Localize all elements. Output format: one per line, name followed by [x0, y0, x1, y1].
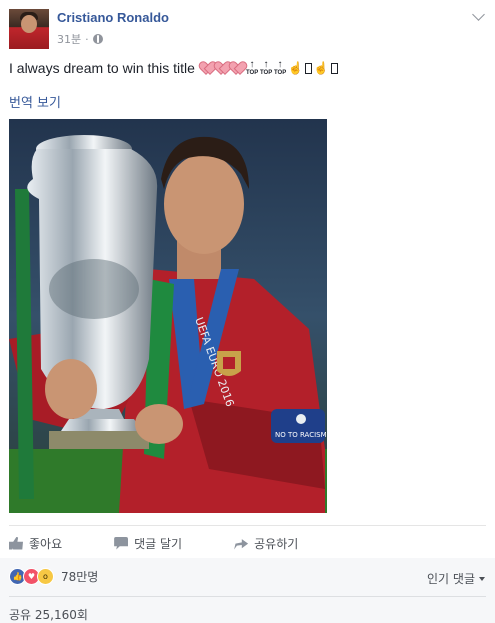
- share-button[interactable]: 공유하기: [234, 533, 298, 553]
- comment-button[interactable]: 댓글 달기: [114, 533, 182, 553]
- post-time[interactable]: 31분: [57, 31, 81, 47]
- action-bar: 좋아요 댓글 달기 공유하기: [9, 533, 486, 553]
- missing-glyph: [304, 62, 312, 74]
- post-photo[interactable]: UEFA EURO 2016 NO TO RACISM: [9, 119, 327, 513]
- pointing-hand-icon: ☝: [287, 61, 303, 75]
- avatar[interactable]: [9, 9, 49, 49]
- pointing-hand-icon: ☝: [313, 61, 329, 75]
- divider: [9, 596, 486, 597]
- top-arrow-icon: ↑ TOP: [245, 59, 259, 77]
- thumbs-up-icon: [9, 536, 23, 550]
- armband-text: NO TO RACISM: [275, 431, 327, 439]
- comments-sort-label: 인기 댓글: [427, 572, 475, 586]
- comments-sort-dropdown[interactable]: 인기 댓글: [427, 570, 485, 587]
- author-name[interactable]: Cristiano Ronaldo: [57, 10, 169, 25]
- share-icon: [234, 539, 249, 550]
- post-meta: 31분 ·: [57, 31, 103, 47]
- reaction-count: 78만명: [61, 570, 99, 584]
- like-button[interactable]: 좋아요: [9, 533, 62, 553]
- emoji-row: ↑ TOP ↑ TOP ↑ TOP ☝ ☝: [201, 60, 338, 76]
- chevron-down-icon[interactable]: [472, 8, 485, 21]
- share-count[interactable]: 공유 25,160회: [9, 606, 88, 623]
- meta-separator: ·: [85, 32, 89, 46]
- share-label: 공유하기: [254, 536, 299, 551]
- translate-link[interactable]: 번역 보기: [9, 92, 61, 111]
- divider: [9, 525, 486, 526]
- like-label: 좋아요: [29, 536, 63, 551]
- reaction-summary[interactable]: 👍 ♥ o 78만명: [9, 568, 98, 585]
- globe-icon: [92, 34, 103, 44]
- missing-glyph: [330, 62, 338, 74]
- wow-reaction-icon: o: [37, 568, 54, 585]
- comment-icon: [114, 536, 129, 550]
- comment-label: 댓글 달기: [134, 536, 183, 551]
- post-card: Cristiano Ronaldo 31분 · I always dream t…: [0, 0, 495, 623]
- heart-icon: [216, 62, 229, 74]
- caret-down-icon: [479, 576, 485, 581]
- top-arrow-icon: ↑ TOP: [273, 59, 287, 77]
- post-body: I always dream to win this title: [9, 60, 195, 76]
- heart-icon: [201, 62, 214, 74]
- post-text: I always dream to win this title ↑ TOP ↑ T…: [9, 60, 338, 76]
- top-arrow-icon: ↑ TOP: [259, 59, 273, 77]
- heart-icon: [231, 62, 244, 74]
